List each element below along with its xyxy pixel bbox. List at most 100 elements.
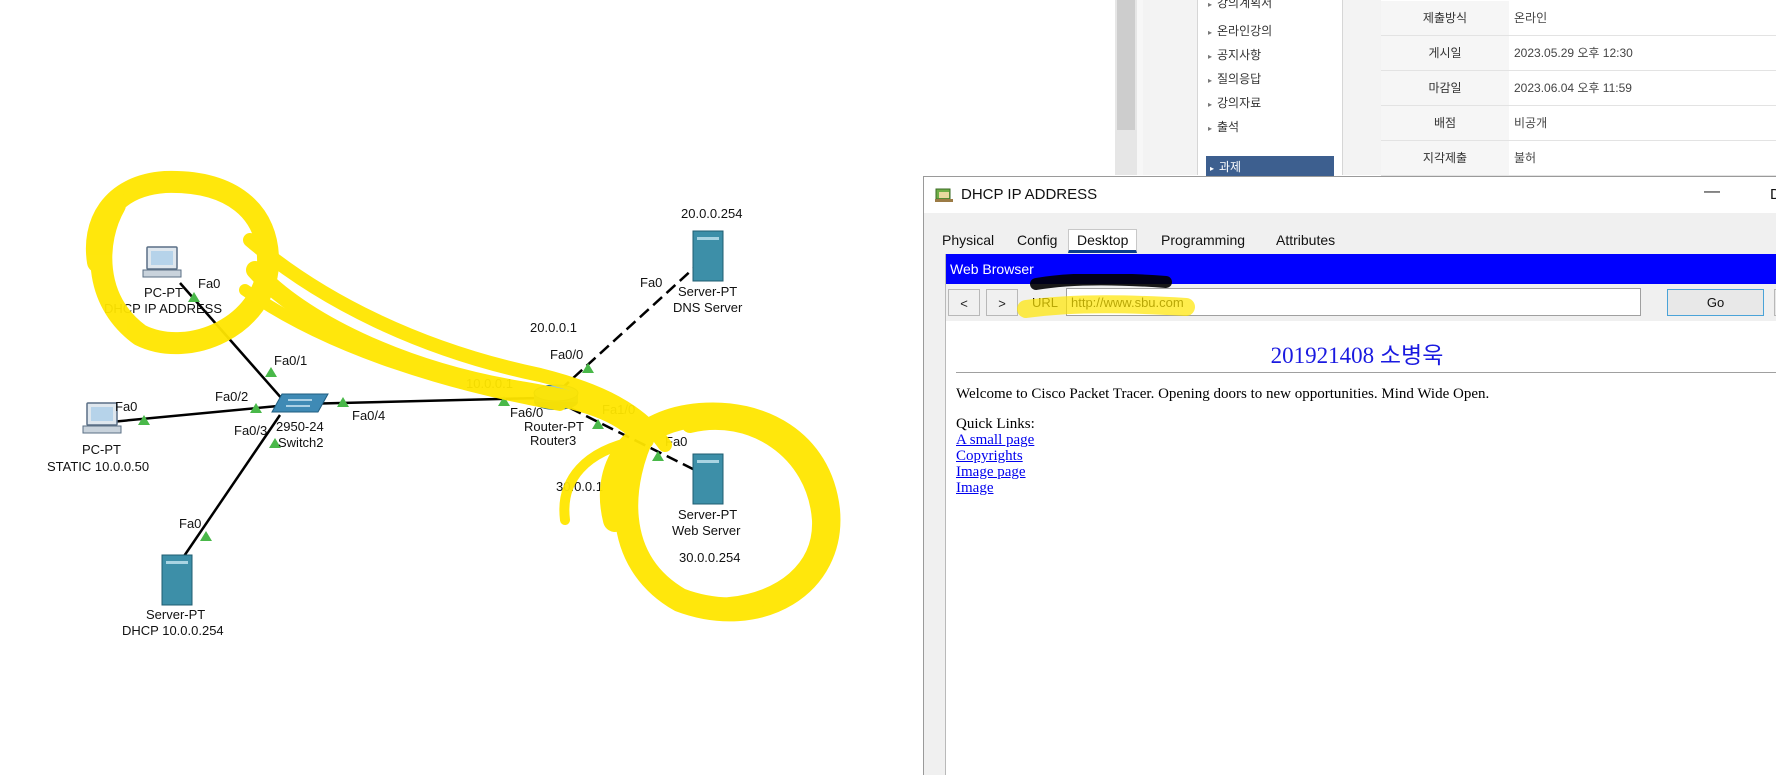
server-slot-icon [166, 561, 188, 564]
topology-canvas[interactable] [0, 0, 920, 774]
row-value: 2023.06.04 오후 11:59 [1514, 81, 1632, 95]
link-up-icon [498, 396, 510, 406]
server-dhcp-name-label: DHCP 10.0.0.254 [122, 623, 224, 638]
link-up-icon [582, 363, 594, 373]
keyboard-icon [142, 269, 182, 278]
server-dhcp-port-label: Fa0 [179, 516, 202, 531]
row-value: 비공개 [1514, 116, 1548, 130]
tab-physical[interactable]: Physical [934, 229, 1002, 251]
switch-port-fa02: Fa0/2 [215, 389, 249, 404]
lms-scrollbar[interactable] [1115, 0, 1137, 175]
web-browser-title: Web Browser [950, 261, 1034, 277]
pc-window-icon [935, 188, 953, 202]
sidebar-item-syllabus[interactable]: ▸ 강의계획서 [1208, 0, 1272, 11]
pc-static-name-label: STATIC 10.0.0.50 [47, 459, 150, 474]
sidebar-item-attendance[interactable]: ▸ 출석 [1208, 118, 1239, 135]
link-image[interactable]: Image [956, 480, 993, 497]
pc-dhcp-device[interactable] [142, 246, 182, 278]
row-value: 온라인 [1514, 11, 1548, 25]
link-small-page[interactable]: A small page [956, 432, 1034, 449]
table-row: 지각제출 불허 [1381, 141, 1776, 176]
chevron-right-icon: ▸ [1208, 76, 1213, 85]
sidebar-item-label: 질의응답 [1217, 72, 1262, 86]
link-status-indicators [138, 292, 664, 541]
sidebar-item-qna[interactable]: ▸ 질의응답 [1208, 70, 1261, 87]
window-title: DHCP IP ADDRESS [961, 186, 1098, 203]
chevron-right-icon: ▸ [1208, 28, 1213, 37]
web-server-ip: 30.0.0.254 [679, 550, 741, 565]
lms-sidebar: ▸ 강의계획서 ▸ 온라인강의 ▸ 공지사항 ▸ 질의응답 ▸ 강의자료 ▸ 출석 ▸ 과제 [1197, 0, 1343, 178]
table-row: 마감일 2023.06.04 오후 11:59 [1381, 71, 1776, 106]
web-browser-header: Web Browser [946, 254, 1776, 284]
dns-server-name-label: DNS Server [673, 300, 743, 315]
screen-icon [151, 251, 173, 265]
browser-toolbar: < > URL Go [946, 284, 1776, 321]
sidebar-item-materials[interactable]: ▸ 강의자료 [1208, 94, 1261, 111]
sidebar-item-label: 온라인강의 [1217, 24, 1273, 38]
minimize-button[interactable]: — [1704, 183, 1720, 201]
dns-server-port-label: Fa0 [640, 275, 663, 290]
device-window[interactable]: DHCP IP ADDRESS — D Physical Config Desk… [923, 176, 1776, 775]
chevron-right-icon: ▸ [1208, 100, 1213, 109]
server-slot-icon [697, 237, 719, 240]
router-ip-fa1: 30.0.0.1 [556, 479, 603, 494]
sidebar-item-online-lecture[interactable]: ▸ 온라인강의 [1208, 22, 1272, 39]
link-router-dns [559, 267, 695, 391]
tab-config[interactable]: Config [1009, 229, 1065, 251]
router-type-label: Router-PT [524, 419, 584, 434]
row-key: 배점 [1381, 106, 1509, 140]
link-copyrights[interactable]: Copyrights [956, 448, 1023, 465]
row-value: 불허 [1514, 151, 1537, 165]
scrollbar-thumb[interactable] [1117, 0, 1135, 130]
chevron-right-icon: ▸ [1210, 164, 1215, 173]
pc-static-port-label: Fa0 [115, 399, 138, 414]
link-up-icon [265, 367, 277, 377]
quick-links-label: Quick Links: [956, 416, 1035, 432]
browser-page: 201921408 소병욱 Welcome to Cisco Packet Tr… [956, 321, 1776, 775]
router-top-icon [533, 384, 579, 402]
row-key: 지각제출 [1381, 141, 1509, 175]
dhcp-server-device[interactable] [161, 554, 193, 606]
tab-desktop[interactable]: Desktop [1068, 229, 1138, 253]
web-server-device[interactable] [692, 453, 724, 505]
link-up-icon [652, 451, 664, 461]
page-divider [956, 372, 1776, 373]
forward-button[interactable]: > [986, 289, 1018, 316]
window-titlebar[interactable]: DHCP IP ADDRESS — D [924, 177, 1776, 213]
sidebar-item-label: 강의계획서 [1217, 0, 1273, 10]
switch-icon [271, 393, 329, 413]
row-key: 제출방식 [1381, 1, 1509, 35]
switch-port-fa04: Fa0/4 [352, 408, 386, 423]
sidebar-item-assignment[interactable]: ▸ 과제 [1206, 156, 1334, 178]
sidebar-item-label: 출석 [1217, 120, 1240, 134]
router-port-fa60: Fa6/0 [510, 405, 544, 420]
router-name-label: Router3 [530, 433, 577, 448]
row-value: 2023.05.29 오후 12:30 [1514, 46, 1633, 60]
sidebar-item-label: 공지사항 [1217, 48, 1262, 62]
pc-dhcp-port-label: Fa0 [198, 276, 221, 291]
pc-dhcp-name-label: DHCP IP ADDRESS [104, 301, 223, 316]
router-port-fa00: Fa0/0 [550, 347, 584, 362]
back-button[interactable]: < [948, 289, 980, 316]
table-row: 제출방식 온라인 [1381, 1, 1776, 36]
server-dhcp-type-label: Server-PT [146, 607, 206, 622]
chevron-right-icon: ▸ [1208, 52, 1213, 61]
router-ip-fa6: 10.0.0.1 [466, 376, 513, 391]
tab-attributes[interactable]: Attributes [1268, 229, 1343, 251]
pc-static-type-label: PC-PT [82, 442, 121, 457]
sidebar-item-label: 강의자료 [1217, 96, 1262, 110]
dns-server-device[interactable] [692, 230, 724, 282]
assignment-info-table: 제출방식 온라인 게시일 2023.05.29 오후 12:30 마감일 2023.0… [1381, 0, 1776, 176]
desktop-content: Web Browser < > URL Go 201921408 소병욱 Wel… [945, 254, 1776, 775]
go-button[interactable]: Go [1667, 289, 1764, 316]
table-row: 배점 비공개 [1381, 106, 1776, 141]
url-input[interactable] [1066, 288, 1641, 316]
link-up-icon [200, 531, 212, 541]
link-image-page[interactable]: Image page [956, 464, 1026, 481]
sidebar-item-notice[interactable]: ▸ 공지사항 [1208, 46, 1261, 63]
tab-programming[interactable]: Programming [1153, 229, 1253, 251]
chevron-right-icon: ▸ [1208, 124, 1213, 133]
sidebar-item-label: 과제 [1219, 160, 1242, 174]
switch-device[interactable] [271, 393, 329, 413]
lms-gap [1137, 0, 1143, 175]
